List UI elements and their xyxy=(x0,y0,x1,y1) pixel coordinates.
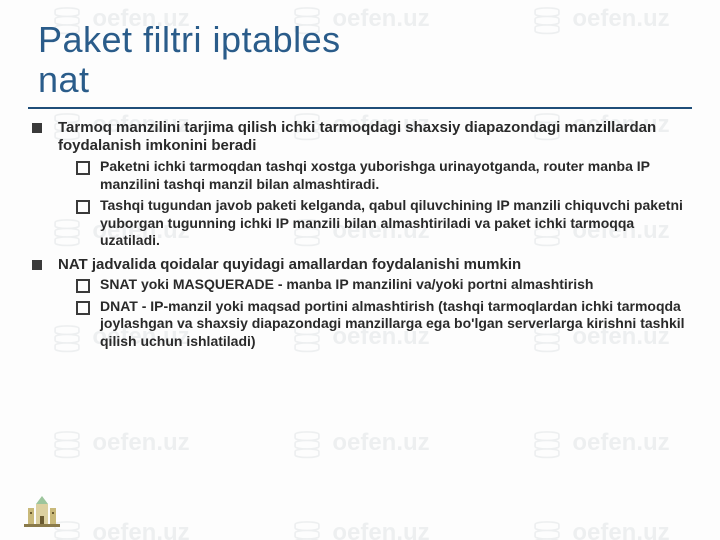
sub-bullet-item: DNAT - IP-manzil yoki maqsad portini alm… xyxy=(98,298,692,351)
bullet-item: NAT jadvalida qoidalar quyidagi amallard… xyxy=(54,256,692,351)
sub-bullet-text: Tashqi tugundan javob paketi kelganda, q… xyxy=(100,197,683,248)
bullet-list: Tarmoq manzilini tarjima qilish ichki ta… xyxy=(28,119,692,351)
sub-bullet-item: SNAT yoki MASQUERADE - manba IP manzilin… xyxy=(98,276,692,294)
bullet-text: Tarmoq manzilini tarjima qilish ichki ta… xyxy=(58,119,656,155)
slide-title-line-1: Paket filtri iptables xyxy=(38,20,690,60)
building-logo-icon xyxy=(20,494,64,532)
slide-title-box: Paket filtri iptables nat xyxy=(28,18,692,109)
sub-bullet-list: SNAT yoki MASQUERADE - manba IP manzilin… xyxy=(58,276,692,350)
bullet-item: Tarmoq manzilini tarjima qilish ichki ta… xyxy=(54,119,692,250)
bullet-text: NAT jadvalida qoidalar quyidagi amallard… xyxy=(58,256,521,273)
sub-bullet-item: Tashqi tugundan javob paketi kelganda, q… xyxy=(98,197,692,250)
sub-bullet-text: SNAT yoki MASQUERADE - manba IP manzilin… xyxy=(100,276,593,292)
sub-bullet-item: Paketni ichki tarmoqdan tashqi xostga yu… xyxy=(98,158,692,193)
slide-content: Paket filtri iptables nat Tarmoq manzili… xyxy=(0,0,720,540)
sub-bullet-list: Paketni ichki tarmoqdan tashqi xostga yu… xyxy=(58,158,692,250)
footer-logo xyxy=(20,494,64,532)
slide-title-line-2: nat xyxy=(38,60,690,100)
sub-bullet-text: Paketni ichki tarmoqdan tashqi xostga yu… xyxy=(100,158,650,192)
sub-bullet-text: DNAT - IP-manzil yoki maqsad portini alm… xyxy=(100,298,685,349)
